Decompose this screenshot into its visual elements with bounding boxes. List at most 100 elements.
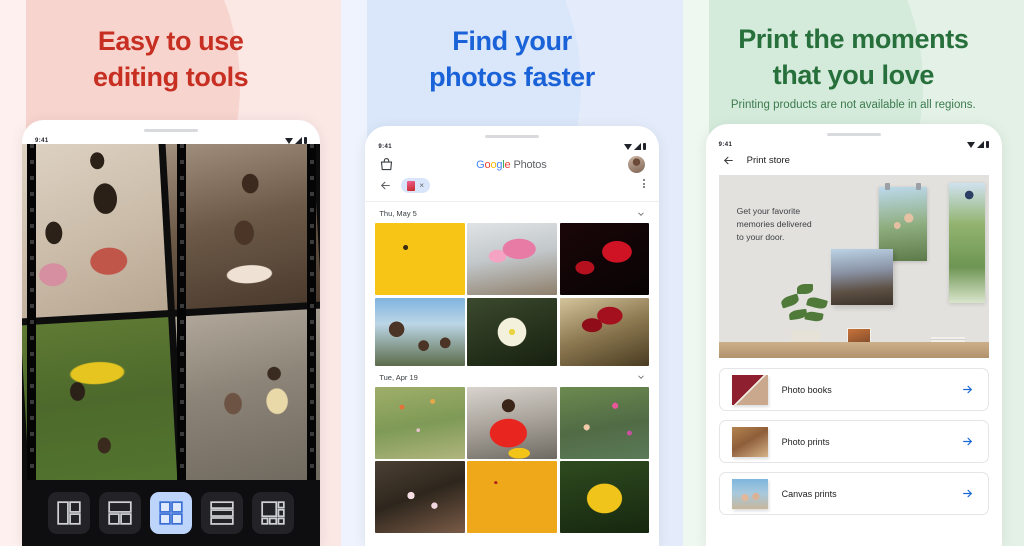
page-title: Print store — [746, 155, 790, 166]
feature-panel-print-store: Print the moments that you love Printing… — [682, 0, 1024, 546]
collage-photo[interactable] — [174, 308, 320, 490]
signal-icon — [634, 143, 642, 150]
heading-line-2: that you love — [772, 59, 935, 90]
list-item[interactable]: Photo prints — [718, 420, 989, 463]
section-date-label: Thu, May 5 — [379, 209, 417, 218]
plant-leaf — [796, 284, 813, 294]
wifi-icon — [624, 143, 633, 150]
photo-grid — [365, 386, 659, 533]
panel-heading: Find your photos faster — [341, 0, 682, 95]
feature-panel-find-photos: Find your photos faster 9:41 Google Phot… — [341, 0, 683, 546]
wifi-icon — [285, 137, 293, 144]
canvas-print-thumbnail-icon — [731, 478, 768, 509]
phone-speaker — [485, 135, 540, 138]
photo-tile[interactable] — [375, 461, 465, 533]
back-arrow-icon[interactable] — [722, 154, 735, 167]
phone-mockup-collage-editor: 9:41 — [22, 120, 320, 546]
heading-line-2: photos faster — [429, 61, 595, 92]
photo-tile[interactable] — [375, 386, 465, 459]
photo-tile[interactable] — [375, 297, 465, 366]
photo-tile[interactable] — [559, 461, 650, 533]
logo-letter: e — [504, 158, 511, 171]
poster-clip-icon — [884, 183, 890, 190]
app-bar: Print store — [706, 148, 1002, 175]
phone-speaker — [826, 133, 881, 136]
chip-remove-icon[interactable]: × — [419, 181, 424, 190]
collage-photo[interactable] — [22, 316, 178, 499]
plant-leaf — [804, 310, 824, 323]
photo-tile[interactable] — [467, 223, 558, 295]
logo-word: Photos — [513, 158, 547, 171]
status-time: 9:41 — [35, 137, 49, 144]
search-filter-chip[interactable]: × — [401, 178, 430, 193]
chip-thumbnail-icon — [407, 180, 416, 191]
avatar[interactable] — [628, 156, 646, 173]
status-icons — [966, 141, 989, 148]
layout-option-split-left[interactable] — [48, 492, 90, 534]
product-list: Photo books Photo prints Canvas prints — [706, 358, 1002, 515]
photo-print-thumbnail-icon — [731, 426, 768, 457]
layout-option-2x2-grid[interactable] — [150, 492, 192, 534]
search-bar-row: × — [365, 175, 659, 201]
battery-icon — [643, 143, 647, 150]
photo-grid — [365, 223, 659, 366]
google-photos-logo: Google Photos — [476, 158, 547, 171]
poster-clip-icon — [915, 183, 921, 190]
collage-photo[interactable] — [22, 144, 168, 318]
wooden-shelf — [718, 342, 989, 358]
battery-icon — [304, 137, 307, 144]
section-date-label: Tue, Apr 19 — [379, 372, 418, 382]
photo-tile[interactable] — [559, 386, 650, 459]
list-item[interactable]: Canvas prints — [718, 472, 989, 515]
screenshot-stage: Easy to use editing tools 9:41 Find your… — [0, 0, 1024, 546]
photo-section-header: Thu, May 5 — [365, 202, 659, 223]
print-store-screen: Print store Get your favorite memories d… — [705, 148, 1002, 546]
heading-line-1: Easy to use — [97, 26, 244, 56]
panel-heading: Print the moments that you love — [683, 0, 1024, 93]
promo-banner-text: Get your favorite memories delivered to … — [736, 206, 812, 242]
photo-tile[interactable] — [467, 297, 558, 366]
layout-option-top-two-bottom[interactable] — [99, 492, 141, 534]
phone-speaker — [144, 129, 198, 132]
panel-heading: Easy to use editing tools — [0, 0, 341, 95]
collage-photo[interactable] — [164, 144, 320, 310]
arrow-right-icon[interactable] — [961, 435, 974, 448]
arrow-right-icon[interactable] — [961, 383, 974, 396]
chevron-down-icon[interactable] — [637, 373, 645, 381]
layout-option-mosaic[interactable] — [252, 492, 294, 534]
phone-mockup-google-photos: 9:41 Google Photos × Thu, May 5 Tue, Apr… — [365, 126, 660, 546]
overflow-menu-icon[interactable] — [643, 179, 646, 188]
battery-icon — [985, 141, 989, 148]
photo-tile[interactable] — [559, 223, 650, 295]
logo-letter: G — [476, 158, 485, 171]
photo-section-header: Tue, Apr 19 — [365, 366, 659, 387]
photo-book-thumbnail-icon — [731, 374, 768, 405]
heading-line-1: Find your — [452, 26, 572, 56]
photo-tile[interactable] — [467, 461, 558, 533]
back-arrow-icon[interactable] — [379, 179, 392, 192]
collage-editor-screen — [22, 144, 320, 546]
shopping-bag-icon[interactable] — [379, 157, 394, 172]
signal-icon — [976, 141, 984, 148]
chevron-down-icon[interactable] — [637, 210, 645, 218]
layout-option-three-rows[interactable] — [201, 492, 243, 534]
tall-wall-print-image — [948, 183, 985, 303]
google-photos-screen: Google Photos × Thu, May 5 Tue, Apr 19 — [365, 150, 660, 546]
plant-leaf — [805, 295, 828, 311]
status-time: 9:41 — [718, 141, 733, 148]
photo-tile[interactable] — [559, 297, 650, 366]
list-item[interactable]: Photo books — [718, 368, 989, 411]
photo-tile[interactable] — [467, 386, 558, 459]
list-item-label: Photo prints — [781, 436, 830, 447]
plant-leaf — [779, 293, 800, 309]
panel-subnote: Printing products are not available in a… — [730, 99, 976, 112]
list-item-label: Photo books — [781, 384, 832, 395]
heading-line-1: Print the moments — [738, 24, 969, 54]
collage-canvas[interactable] — [22, 144, 320, 507]
arrow-right-icon[interactable] — [961, 487, 974, 500]
promo-banner[interactable]: Get your favorite memories delivered to … — [718, 175, 989, 358]
collage-layout-toolbar — [22, 480, 320, 546]
feature-panel-editing-tools: Easy to use editing tools 9:41 — [0, 0, 342, 546]
photo-tile[interactable] — [375, 223, 465, 295]
status-icons — [624, 143, 647, 150]
